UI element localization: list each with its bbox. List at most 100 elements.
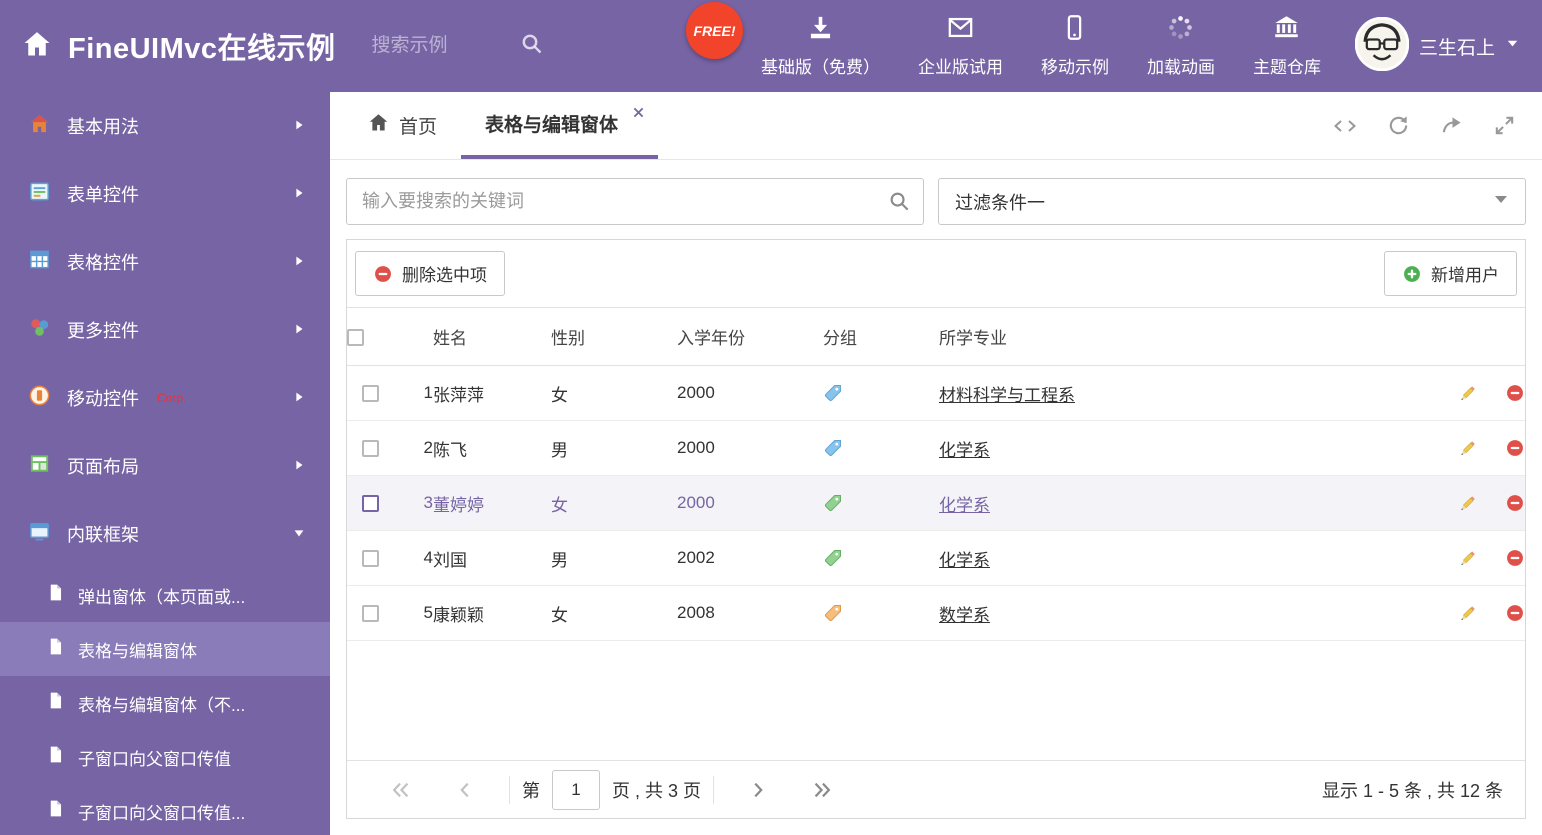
row-checkbox[interactable] <box>361 385 379 403</box>
sidebar-item-basic-usage[interactable]: 基本用法 <box>0 92 330 160</box>
divider <box>509 775 510 804</box>
sidebar-subitem-popup-window[interactable]: 弹出窗体（本页面或... <box>0 568 330 622</box>
download-icon <box>807 14 834 46</box>
sidebar-item-form-controls[interactable]: 表单控件 <box>0 160 330 228</box>
cell-gender: 女 <box>551 365 677 421</box>
edit-icon[interactable] <box>1458 493 1478 513</box>
edit-icon[interactable] <box>1458 383 1478 403</box>
delete-icon[interactable] <box>1505 548 1525 568</box>
chevron-right-icon <box>292 116 306 137</box>
cell-year: 2008 <box>677 585 823 641</box>
keyword-search <box>346 178 924 225</box>
shapes-icon <box>28 316 51 344</box>
major-link[interactable]: 数学系 <box>939 606 990 625</box>
cell-year: 2000 <box>677 475 823 531</box>
next-page-icon[interactable] <box>726 779 790 801</box>
table-row[interactable]: 1 张萍萍 女 2000 材料科学与工程系 <box>347 365 1525 421</box>
top-header: FineUIMvc在线示例 FREE! 基础版（免费） 企业版试用 <box>0 0 1542 92</box>
edit-icon[interactable] <box>1458 548 1478 568</box>
nav-item-basic-edition[interactable]: 基础版（免费） <box>761 14 880 78</box>
cell-name: 康颖颖 <box>433 585 551 641</box>
cell-name: 刘国 <box>433 530 551 586</box>
user-menu[interactable]: 三生石上 <box>1354 16 1520 76</box>
cell-gender: 女 <box>551 475 677 531</box>
layout-icon <box>28 452 51 480</box>
row-checkbox[interactable] <box>361 550 379 568</box>
add-user-button[interactable]: 新增用户 <box>1384 251 1517 296</box>
first-page-icon[interactable] <box>369 779 433 801</box>
edit-icon[interactable] <box>1458 438 1478 458</box>
pagination-bar: 第 页 , 共 3 页 显示 1 - 5 条 , 共 12 条 <box>347 760 1525 818</box>
table-row[interactable]: 2 陈飞 男 2000 化学系 <box>347 420 1525 476</box>
table-header-row: 姓名 性别 入学年份 分组 所学专业 <box>347 307 1525 366</box>
delete-icon[interactable] <box>1505 383 1525 403</box>
edit-icon[interactable] <box>1458 603 1478 623</box>
envelope-icon <box>947 14 974 46</box>
column-header-major[interactable]: 所学专业 <box>939 307 1393 366</box>
row-checkbox[interactable] <box>361 495 379 513</box>
mobile-icon <box>1061 14 1088 46</box>
delete-icon[interactable] <box>1505 603 1525 623</box>
form-icon <box>28 180 51 208</box>
delete-icon[interactable] <box>1505 493 1525 513</box>
nav-item-enterprise-trial[interactable]: 企业版试用 <box>918 14 1003 78</box>
app-window: FineUIMvc在线示例 FREE! 基础版（免费） 企业版试用 <box>0 0 1542 835</box>
app-title: FineUIMvc在线示例 <box>68 33 336 65</box>
tab-bar: 首页 表格与编辑窗体 <box>330 92 1542 160</box>
sidebar-subitem-grid-edit-window-2[interactable]: 表格与编辑窗体（不... <box>0 676 330 730</box>
fullscreen-icon[interactable] <box>1493 114 1516 137</box>
sidebar-item-more-controls[interactable]: 更多控件 <box>0 296 330 364</box>
major-link[interactable]: 化学系 <box>939 551 990 570</box>
sidebar-subitem-child-to-parent-2[interactable]: 子窗口向父窗口传值... <box>0 784 330 835</box>
row-checkbox[interactable] <box>361 605 379 623</box>
sidebar-item-page-layout[interactable]: 页面布局 <box>0 432 330 500</box>
tab-home[interactable]: 首页 <box>344 92 461 159</box>
open-new-window-icon[interactable] <box>1440 114 1463 137</box>
delete-icon[interactable] <box>1505 438 1525 458</box>
sidebar-item-inline-frame[interactable]: 内联框架 <box>0 500 330 568</box>
table-row[interactable]: 5 康颖颖 女 2008 数学系 <box>347 585 1525 641</box>
search-icon[interactable] <box>520 32 544 61</box>
file-icon <box>46 799 65 823</box>
major-link[interactable]: 化学系 <box>939 496 990 515</box>
tab-grid-edit-window[interactable]: 表格与编辑窗体 <box>461 92 659 159</box>
page-number-input[interactable] <box>552 769 600 810</box>
prev-page-icon[interactable] <box>433 779 497 801</box>
filter-dropdown[interactable]: 过滤条件一 <box>938 178 1526 225</box>
record-summary: 显示 1 - 5 条 , 共 12 条 <box>1321 780 1503 801</box>
nav-item-mobile-demo[interactable]: 移动示例 <box>1041 14 1109 78</box>
sidebar-item-mobile-controls[interactable]: 移动控件 Corp. <box>0 364 330 432</box>
sidebar-subitem-grid-edit-window[interactable]: 表格与编辑窗体 <box>0 622 330 676</box>
column-header-group[interactable]: 分组 <box>823 307 939 366</box>
last-page-icon[interactable] <box>790 779 854 801</box>
top-search <box>369 32 544 61</box>
table-row[interactable]: 3 董婷婷 女 2000 化学系 <box>347 475 1525 531</box>
major-link[interactable]: 材料科学与工程系 <box>939 386 1075 405</box>
grid-panel: 删除选中项 新增用户 姓名 性别 入学年份 分组 所学专业 1 张萍萍 女 20… <box>346 239 1526 819</box>
keyword-search-input[interactable] <box>346 178 924 225</box>
top-search-input[interactable] <box>369 34 520 58</box>
column-header-gender[interactable]: 性别 <box>551 307 677 366</box>
column-header-name[interactable]: 姓名 <box>433 307 551 366</box>
tag-icon <box>823 548 843 568</box>
search-icon[interactable] <box>888 190 911 218</box>
brand[interactable]: FineUIMvc在线示例 <box>22 25 336 67</box>
select-all-checkbox[interactable] <box>347 328 364 346</box>
refresh-icon[interactable] <box>1387 114 1410 137</box>
tag-icon <box>823 383 843 403</box>
sidebar-item-grid-controls[interactable]: 表格控件 <box>0 228 330 296</box>
chevron-right-icon <box>292 184 306 205</box>
sidebar-subitem-child-to-parent[interactable]: 子窗口向父窗口传值 <box>0 730 330 784</box>
cell-year: 2000 <box>677 420 823 476</box>
delete-selected-button[interactable]: 删除选中项 <box>355 251 505 296</box>
source-code-icon[interactable] <box>1333 114 1357 138</box>
close-icon[interactable] <box>633 102 644 124</box>
major-link[interactable]: 化学系 <box>939 441 990 460</box>
table-row[interactable]: 4 刘国 男 2002 化学系 <box>347 530 1525 586</box>
nav-item-loading-animation[interactable]: 加载动画 <box>1147 14 1215 78</box>
nav-item-theme-repository[interactable]: 主题仓库 <box>1253 14 1321 78</box>
spinner-icon <box>1167 14 1194 46</box>
row-checkbox[interactable] <box>361 440 379 458</box>
grid-toolbar: 删除选中项 新增用户 <box>347 240 1525 307</box>
column-header-year[interactable]: 入学年份 <box>677 307 823 366</box>
